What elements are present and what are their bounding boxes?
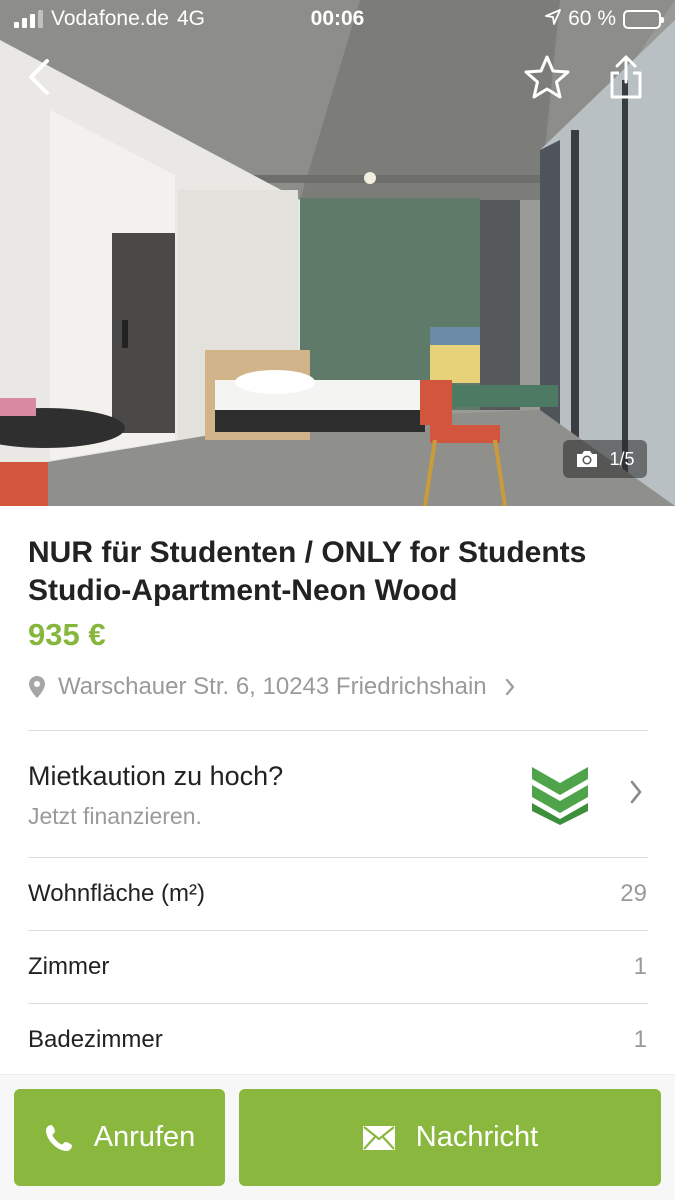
finance-partner-logo [532, 767, 588, 825]
room-photo-image [0, 0, 675, 506]
phone-icon [45, 1124, 72, 1151]
detail-row-living-area: Wohnfläche (m²) 29 [0, 858, 675, 931]
share-icon [610, 55, 642, 99]
listing-photo[interactable]: Vodafone.de 4G 00:06 60 % 1/5 [0, 0, 675, 506]
location-arrow-icon [545, 7, 562, 31]
detail-value: 29 [620, 880, 647, 907]
photo-counter[interactable]: 1/5 [563, 440, 647, 478]
detail-label: Wohnfläche (m²) [28, 880, 205, 907]
call-button-label: Anrufen [93, 1121, 196, 1153]
finance-heading: Mietkaution zu hoch? [28, 761, 284, 791]
listing-title: NUR für Studenten / ONLY for Students St… [28, 536, 587, 607]
message-button-label: Nachricht [415, 1121, 539, 1153]
deposit-finance-banner[interactable]: Mietkaution zu hoch? Jetzt finanzieren. [0, 731, 675, 857]
location-pin-icon [29, 676, 45, 698]
camera-icon [577, 451, 598, 467]
detail-label: Zimmer [28, 953, 110, 980]
address-text: Warschauer Str. 6, 10243 Friedrichshain [58, 673, 487, 700]
share-button[interactable] [601, 50, 651, 104]
message-button[interactable]: Nachricht [239, 1089, 661, 1186]
call-button[interactable]: Anrufen [14, 1089, 225, 1186]
back-button[interactable] [14, 50, 64, 104]
contact-action-bar: Anrufen Nachricht [0, 1074, 675, 1200]
detail-label: Badezimmer [28, 1026, 163, 1053]
detail-row-rooms: Zimmer 1 [0, 931, 675, 1004]
battery-icon [623, 9, 664, 29]
chevron-right-icon [630, 780, 642, 804]
detail-value: 1 [633, 953, 647, 980]
battery-percentage: 60 % [568, 7, 616, 30]
listing-price: 935 € [28, 617, 106, 652]
back-arrow-icon [29, 59, 49, 95]
favorite-button[interactable] [522, 50, 572, 104]
photo-counter-text: 1/5 [609, 448, 635, 469]
envelope-icon [362, 1125, 395, 1150]
finance-subtitle: Jetzt finanzieren. [28, 803, 202, 829]
address-link[interactable]: Warschauer Str. 6, 10243 Friedrichshain [28, 671, 515, 703]
chevron-right-icon [505, 678, 514, 696]
detail-row-bathrooms: Badezimmer 1 [0, 1004, 675, 1077]
detail-value: 1 [633, 1026, 647, 1053]
star-icon [524, 55, 570, 99]
status-bar: Vodafone.de 4G 00:06 60 % [0, 0, 675, 38]
